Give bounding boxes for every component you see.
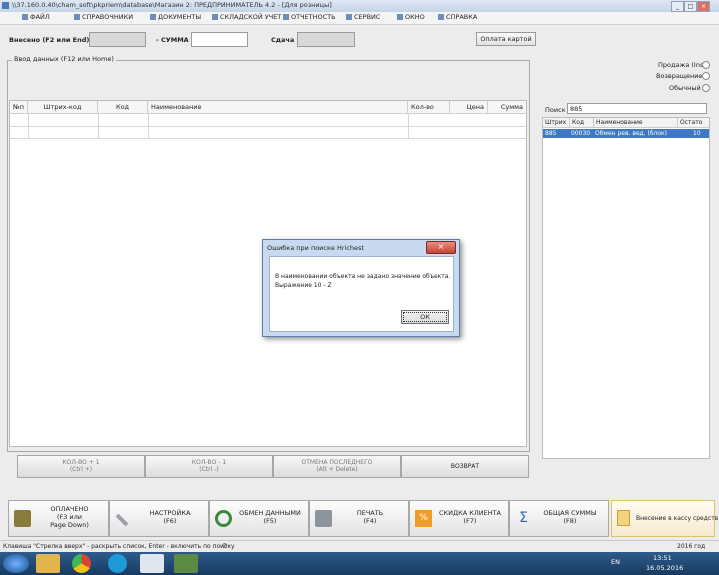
- report-icon: [283, 14, 289, 20]
- book-icon: [74, 14, 80, 20]
- total-sum-button[interactable]: Σ ОБЩАЯ СУММЫ (F8): [509, 500, 609, 537]
- note-icon: [617, 510, 630, 526]
- menu-file[interactable]: ФАЙЛ: [22, 13, 50, 21]
- menu-bar: ФАЙЛ СПРАВОЧНИКИ ДОКУМЕНТЫ СКЛАДСКОЙ УЧЕ…: [0, 12, 719, 25]
- printer-icon: [315, 510, 332, 527]
- menu-documents[interactable]: ДОКУМЕНТЫ: [150, 13, 201, 21]
- menu-service[interactable]: СЕРВИС: [346, 13, 380, 21]
- qty-plus-button[interactable]: КОЛ-ВО + 1 (Ctrl +): [17, 455, 145, 478]
- chrome-taskbar-icon[interactable]: [72, 554, 91, 573]
- col-qty[interactable]: Кол-во: [408, 101, 450, 114]
- menu-reports[interactable]: ОТЧЕТНОСТЬ: [283, 13, 336, 21]
- error-dialog: Ошибка при поиске Hrichest × В наименова…: [262, 239, 460, 337]
- dialog-title: Ошибка при поиске Hrichest: [267, 244, 364, 252]
- cancel-last-button[interactable]: ОТМЕНА ПОСЛЕДНЕГО (Alt + Delete): [273, 455, 401, 478]
- card-payment-button[interactable]: Оплата картой: [476, 32, 536, 46]
- minimize-button[interactable]: _: [671, 1, 684, 12]
- discount-percent-icon: %: [415, 510, 432, 527]
- skype-taskbar-icon[interactable]: [108, 554, 127, 573]
- dialog-expression: Выражение 10 - Z: [275, 282, 332, 289]
- col-price[interactable]: Цена: [450, 101, 488, 114]
- table-row-divider: [10, 138, 526, 139]
- menu-warehouse[interactable]: СКЛАДСКОЙ УЧЕТ: [212, 13, 281, 21]
- taskbar-time: 13:51: [653, 554, 672, 562]
- dialog-message: В наименовании объекта не задано значени…: [275, 273, 451, 280]
- dialog-close-button[interactable]: ×: [426, 241, 456, 254]
- tools-icon: [115, 513, 129, 527]
- sum-label: - СУММА: [156, 36, 189, 44]
- mode-sale-label: Продажа (Ins): [658, 61, 706, 69]
- mode-sale-radio[interactable]: [702, 61, 710, 69]
- document-icon: [150, 14, 156, 20]
- input-group-legend: Ввод данных (F12 или Home): [12, 55, 116, 63]
- search-input[interactable]: 885: [567, 103, 707, 114]
- start-button[interactable]: [3, 554, 29, 573]
- taskbar-date: 16.05.2016: [646, 564, 684, 572]
- table-col-divider: [408, 114, 409, 138]
- row-rest: 10: [693, 130, 701, 137]
- dialog-body: В наименовании объекта не задано значени…: [269, 256, 454, 332]
- menu-help[interactable]: СПРАВКА: [438, 13, 477, 21]
- result-row[interactable]: 885 00030 Обмен рев. вед. (блок) 10: [543, 129, 709, 138]
- search-results-table[interactable]: Штрих Код Наименование Остато 885 00030 …: [542, 117, 710, 459]
- status-hint: Клавиша "Стрелка вверх" - раскрыть списо…: [3, 543, 235, 550]
- sum-field[interactable]: [191, 32, 248, 47]
- status-year: 2016 год: [677, 543, 706, 550]
- row-name: Обмен рев. вед. (блок): [595, 130, 668, 137]
- cash-register-icon: [14, 510, 31, 527]
- mode-return-radio[interactable]: [702, 72, 710, 80]
- sigma-icon: Σ: [519, 510, 528, 526]
- close-window-button[interactable]: ×: [697, 1, 710, 12]
- clock-icon: ◷: [222, 542, 228, 549]
- taskbar: EN 13:51 16.05.2016: [0, 552, 719, 575]
- col-code[interactable]: Код: [98, 101, 148, 114]
- mode-normal-label: Обычный: [669, 84, 701, 92]
- row-barcode: 885: [545, 130, 557, 137]
- col-name[interactable]: Наименование: [148, 101, 408, 114]
- table-row-divider: [10, 126, 526, 127]
- data-exchange-button[interactable]: ОБМЕН ДАННЫМИ (F5): [209, 500, 309, 537]
- paid-field[interactable]: [89, 32, 146, 47]
- mode-normal-radio[interactable]: [702, 84, 710, 92]
- paid-button[interactable]: ОПЛАЧЕНО (F3 или Page Down): [8, 500, 109, 537]
- help-icon: [438, 14, 444, 20]
- refresh-icon: [215, 510, 232, 527]
- app-taskbar-icon[interactable]: [174, 554, 198, 573]
- window-icon: [397, 14, 403, 20]
- rcol-barcode[interactable]: Штрих: [543, 118, 570, 128]
- paid-label: Внесено (F2 или End): [9, 36, 90, 44]
- mode-return-label: Возвращение: [656, 72, 703, 80]
- dialog-ok-button[interactable]: ОК: [401, 310, 449, 324]
- qty-minus-button[interactable]: КОЛ-ВО - 1 (Ctrl -): [145, 455, 273, 478]
- rcol-name[interactable]: Наименование: [594, 118, 678, 128]
- window-title: \\37.160.0.40\cham_soft\pkpriem\database…: [12, 1, 332, 9]
- col-sum[interactable]: Сумма: [488, 101, 526, 114]
- language-indicator[interactable]: EN: [611, 558, 620, 566]
- return-button[interactable]: ВОЗВРАТ: [401, 455, 529, 478]
- explorer-taskbar-icon[interactable]: [36, 554, 60, 573]
- file-icon: [22, 14, 28, 20]
- menu-window[interactable]: ОКНО: [397, 13, 425, 21]
- change-field[interactable]: [297, 32, 355, 47]
- col-num[interactable]: №п: [10, 101, 28, 114]
- warehouse-icon: [212, 14, 218, 20]
- cash-in-button[interactable]: Внесение в кассу средств: [611, 500, 718, 537]
- settings-button[interactable]: НАСТРОЙКА (F6): [109, 500, 209, 537]
- rcol-rest[interactable]: Остато: [678, 118, 709, 128]
- menu-directories[interactable]: СПРАВОЧНИКИ: [74, 13, 133, 21]
- print-button[interactable]: ПЕЧАТЬ (F4): [309, 500, 409, 537]
- maximize-button[interactable]: □: [684, 1, 697, 12]
- table-col-divider: [98, 114, 99, 138]
- rcol-code[interactable]: Код: [570, 118, 594, 128]
- notepad-taskbar-icon[interactable]: [140, 554, 164, 573]
- change-label: Сдача: [271, 36, 295, 44]
- wrench-icon: [346, 14, 352, 20]
- row-code: 00030: [571, 130, 591, 137]
- client-discount-button[interactable]: % СКИДКА КЛИЕНТА (F7): [409, 500, 509, 537]
- search-label: Поиск: [545, 106, 566, 114]
- col-barcode[interactable]: Штрих-код: [28, 101, 98, 114]
- app-icon: [2, 2, 9, 9]
- table-col-divider: [28, 114, 29, 138]
- table-col-divider: [148, 114, 149, 138]
